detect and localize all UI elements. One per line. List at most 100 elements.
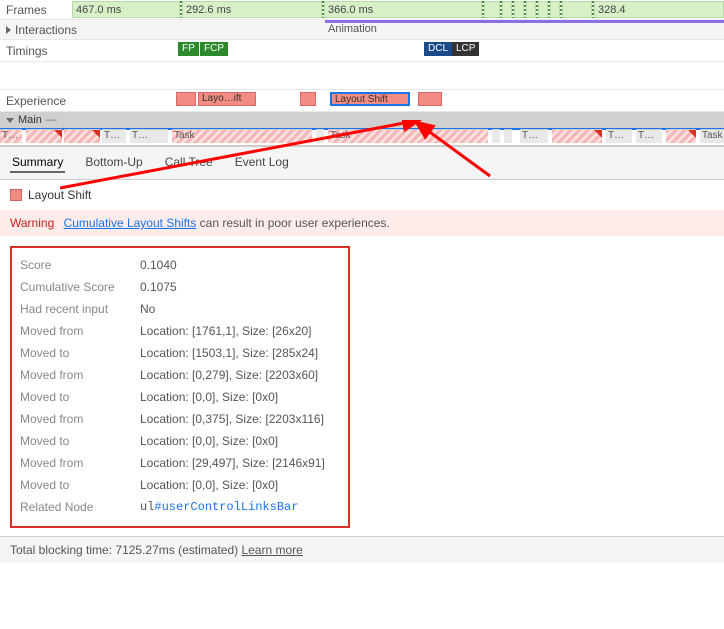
detail-row: Moved toLocation: [1503,1], Size: [285x2… xyxy=(20,342,340,364)
footer-prefix: Total blocking time: xyxy=(10,543,115,557)
detail-value: 0.1040 xyxy=(140,258,177,272)
detail-row: Score 0.1040 xyxy=(20,254,340,276)
footer-bar: Total blocking time: 7125.27ms (estimate… xyxy=(0,536,724,563)
timings-track[interactable]: FP FCP DCL LCP xyxy=(170,40,724,61)
chevron-down-icon[interactable] xyxy=(6,118,14,123)
detail-label: Moved to xyxy=(20,478,130,492)
learn-more-link[interactable]: Learn more xyxy=(241,543,302,557)
task-block[interactable]: T… xyxy=(0,129,22,143)
task-block[interactable] xyxy=(26,129,62,143)
experience-label: Experience xyxy=(0,94,170,108)
animation-label: Animation xyxy=(328,23,377,35)
task-block[interactable] xyxy=(504,129,512,143)
frame-block[interactable]: 366.0 ms xyxy=(324,1,482,18)
timing-badge-fcp[interactable]: FCP xyxy=(200,42,228,56)
detail-value: Location: [1761,1], Size: [26x20] xyxy=(140,324,311,338)
detail-row: Moved fromLocation: [0,279], Size: [2203… xyxy=(20,364,340,386)
layout-shift-block[interactable] xyxy=(418,92,442,106)
detail-row: Moved to Location: [0,0], Size: [0x0] xyxy=(20,474,340,496)
layout-shift-block[interactable] xyxy=(300,92,316,106)
interactions-toggle[interactable]: Interactions xyxy=(0,23,170,37)
task-block[interactable]: T… xyxy=(102,129,126,143)
detail-value: Location: [0,375], Size: [2203x116] xyxy=(140,412,324,426)
main-label: Main xyxy=(18,114,42,126)
long-task-icon xyxy=(54,130,62,138)
frame-block[interactable]: 328.4 xyxy=(594,1,724,18)
task-block[interactable] xyxy=(492,129,500,143)
experience-row: Experience Layo…ift Layout Shift xyxy=(0,90,724,112)
task-block[interactable]: T… xyxy=(606,129,632,143)
interaction-span[interactable] xyxy=(325,20,724,23)
layout-shift-block[interactable]: Layo…ift xyxy=(198,92,256,106)
chevron-right-icon[interactable] xyxy=(6,26,11,34)
detail-label: Moved from xyxy=(20,324,130,338)
warning-bar: Warning Cumulative Layout Shifts can res… xyxy=(0,210,724,236)
main-tasks-track[interactable]: T… T… T… Task Task T… T… T… Task xyxy=(0,128,724,146)
summary-panel: Layout Shift Warning Cumulative Layout S… xyxy=(0,180,724,536)
details-box: Score0.1040Cumulative Score0.1075Had rec… xyxy=(10,246,350,528)
tab-call-tree[interactable]: Call Tree xyxy=(163,153,215,173)
frame-block[interactable]: 292.6 ms xyxy=(182,1,322,18)
timing-badge-dcl[interactable]: DCL xyxy=(424,42,452,56)
task-block[interactable]: T… xyxy=(520,129,548,143)
related-tag: ul xyxy=(140,500,154,514)
frame-block[interactable] xyxy=(526,1,536,18)
frame-block[interactable] xyxy=(502,1,512,18)
related-node[interactable]: ul#userControlLinksBar xyxy=(140,500,298,514)
timings-label: Timings xyxy=(0,44,170,58)
task-block[interactable]: Task xyxy=(700,129,724,143)
timings-row: Timings FP FCP DCL LCP xyxy=(0,40,724,62)
detail-row: Moved to Location: [0,0], Size: [0x0] xyxy=(20,430,340,452)
warning-link[interactable]: Cumulative Layout Shifts xyxy=(64,216,197,230)
detail-label: Moved to xyxy=(20,390,130,404)
timing-badge-lcp[interactable]: LCP xyxy=(452,42,479,56)
frame-block[interactable] xyxy=(514,1,524,18)
task-block[interactable]: Task xyxy=(172,129,312,143)
detail-row: Moved fromLocation: [0,375], Size: [2203… xyxy=(20,408,340,430)
frame-block[interactable]: 467.0 ms xyxy=(72,1,180,18)
detail-value: No xyxy=(140,302,155,316)
interactions-track[interactable]: Animation xyxy=(170,20,724,39)
detail-row: Moved fromLocation: [29,497], Size: [214… xyxy=(20,452,340,474)
timeline-panel: Frames 467.0 ms 292.6 ms 366.0 ms xyxy=(0,0,724,147)
frame-block[interactable] xyxy=(538,1,548,18)
summary-title: Layout Shift xyxy=(28,188,91,202)
frame-block[interactable] xyxy=(562,1,592,18)
detail-value: Location: [0,0], Size: [0x0] xyxy=(140,390,278,404)
detail-value: 0.1075 xyxy=(140,280,177,294)
detail-row: Moved from Location: [1761,1], Size: [26x… xyxy=(20,320,340,342)
detail-label: Score xyxy=(20,258,130,272)
task-block[interactable] xyxy=(666,129,696,143)
tab-bottom-up[interactable]: Bottom-Up xyxy=(83,153,144,173)
detail-label: Moved to xyxy=(20,434,130,448)
detail-value: Location: [0,0], Size: [0x0] xyxy=(140,434,278,448)
details-tabs: Summary Bottom-Up Call Tree Event Log xyxy=(0,147,724,180)
frame-block[interactable] xyxy=(550,1,560,18)
footer-time: 7125.27ms xyxy=(115,543,174,557)
layout-shift-block-selected[interactable]: Layout Shift xyxy=(330,92,410,106)
frames-track[interactable]: 467.0 ms 292.6 ms 366.0 ms xyxy=(72,0,724,19)
task-block[interactable]: T… xyxy=(130,129,168,143)
detail-label: Related Node xyxy=(20,500,130,514)
layout-shift-block[interactable] xyxy=(176,92,196,106)
long-task-icon xyxy=(594,130,602,138)
detail-label: Moved from xyxy=(20,456,130,470)
layout-shift-swatch-icon xyxy=(10,189,22,201)
main-thread-toggle[interactable]: Main — xyxy=(0,112,724,128)
detail-value: Location: [0,0], Size: [0x0] xyxy=(140,478,278,492)
frame-block[interactable] xyxy=(484,1,500,18)
task-block[interactable] xyxy=(552,129,602,143)
tab-summary[interactable]: Summary xyxy=(10,153,65,173)
related-id: #userControlLinksBar xyxy=(154,500,298,514)
detail-row-related: Related Node ul#userControlLinksBar xyxy=(20,496,340,518)
detail-row: Moved to Location: [0,0], Size: [0x0] xyxy=(20,386,340,408)
detail-value: Location: [0,279], Size: [2203x60] xyxy=(140,368,318,382)
task-block[interactable]: T… xyxy=(636,129,662,143)
timing-badge-fp[interactable]: FP xyxy=(178,42,199,56)
experience-track[interactable]: Layo…ift Layout Shift xyxy=(170,90,724,111)
task-block[interactable]: Task xyxy=(328,129,488,143)
task-block[interactable] xyxy=(316,129,324,143)
tab-event-log[interactable]: Event Log xyxy=(233,153,291,173)
interactions-row: Interactions Animation xyxy=(0,20,724,40)
task-block[interactable] xyxy=(64,129,100,143)
